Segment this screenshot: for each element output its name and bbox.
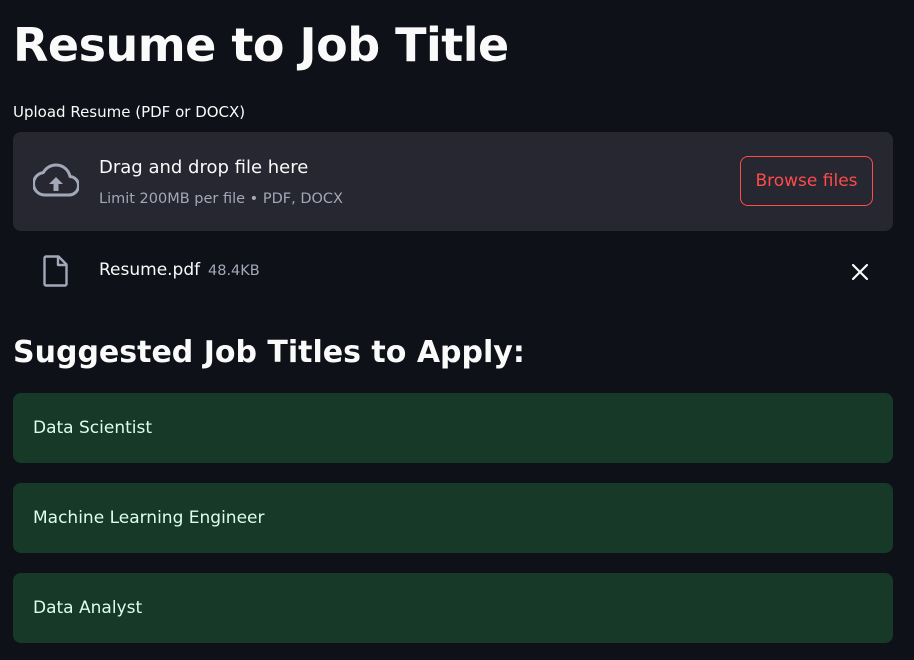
uploaded-file-row: Resume.pdf 48.4KB — [13, 248, 893, 292]
app-page: Resume to Job Title Upload Resume (PDF o… — [0, 0, 914, 660]
job-suggestion-label: Data Analyst — [33, 598, 143, 618]
upload-label: Upload Resume (PDF or DOCX) — [13, 103, 246, 121]
job-suggestion-label: Machine Learning Engineer — [33, 508, 265, 528]
dropzone-instructions: Drag and drop file here — [99, 157, 309, 178]
cloud-upload-icon — [33, 163, 79, 197]
job-suggestion-card: Machine Learning Engineer — [13, 483, 893, 553]
uploaded-file-name: Resume.pdf — [99, 260, 201, 280]
dropzone-limit-text: Limit 200MB per file • PDF, DOCX — [99, 191, 343, 207]
uploaded-file-size: 48.4KB — [208, 263, 260, 279]
job-suggestion-card: Data Scientist — [13, 393, 893, 463]
page-title: Resume to Job Title — [13, 18, 509, 72]
browse-files-button[interactable]: Browse files — [740, 156, 873, 206]
file-dropzone[interactable]: Drag and drop file here Limit 200MB per … — [13, 132, 893, 231]
close-icon[interactable] — [847, 259, 873, 285]
file-icon — [43, 255, 68, 287]
job-suggestion-label: Data Scientist — [33, 418, 152, 438]
job-suggestion-card: Data Analyst — [13, 573, 893, 643]
suggestions-heading: Suggested Job Titles to Apply: — [13, 335, 525, 370]
